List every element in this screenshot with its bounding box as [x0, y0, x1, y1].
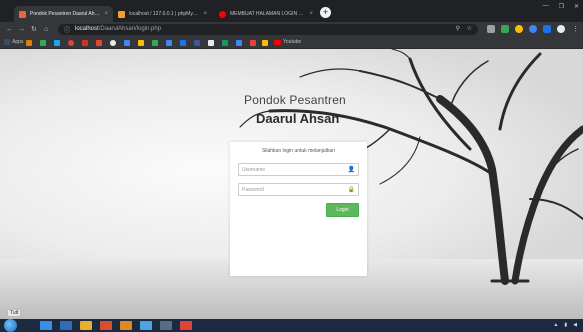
browser-toolbar: ← → ↻ ⌂ ⓘ localhost/DaarulAhsan/login.ph… — [0, 22, 583, 37]
tab-label: Pondok Pesantren Daarul Ahsan — [30, 11, 101, 17]
url-path: /DaarulAhsan/login.php — [98, 26, 162, 32]
bookmark-star-icon[interactable]: ☆ — [467, 25, 472, 32]
taskbar-app-icon[interactable] — [100, 321, 112, 330]
forward-icon[interactable]: → — [18, 24, 25, 35]
browser-tab-strip: Pondok Pesantren Daarul Ahsan × localhos… — [0, 0, 583, 22]
bookmarks-bar: Apps Youtube — [0, 37, 583, 49]
bookmark-icon[interactable] — [152, 40, 158, 46]
bookmark-icon[interactable] — [138, 40, 144, 46]
password-field[interactable]: 🔒 — [238, 183, 359, 196]
bookmark-icon[interactable] — [124, 40, 130, 46]
tray-arrow-icon[interactable]: ▲ — [553, 322, 558, 328]
maximize-icon[interactable]: ❐ — [559, 3, 564, 10]
bookmark-icon[interactable] — [26, 40, 32, 46]
extension-icon[interactable] — [529, 25, 537, 33]
lock-icon: 🔒 — [347, 187, 355, 193]
phpmyadmin-favicon-icon — [118, 10, 125, 18]
extension-icon[interactable] — [515, 25, 523, 33]
password-input[interactable] — [242, 185, 342, 195]
youtube-favicon-icon — [219, 10, 226, 18]
bookmark-icon[interactable] — [40, 40, 46, 46]
system-tray: ▲ ▮ ◀ — [553, 322, 577, 328]
user-icon: 👤 — [347, 167, 355, 173]
reload-icon[interactable]: ↻ — [31, 24, 37, 35]
tab-youtube-login-php[interactable]: MEMBUAT HALAMAN LOGIN PHP × — [214, 6, 318, 22]
volume-icon[interactable]: ◀ — [573, 322, 577, 328]
site-brand: Pondok Pesantren Daarul Ahsan — [244, 93, 346, 126]
start-button-icon[interactable] — [4, 319, 17, 332]
twitter-icon[interactable] — [54, 40, 60, 46]
bookmark-icon[interactable] — [180, 40, 186, 46]
tab-pondok-pesantren[interactable]: Pondok Pesantren Daarul Ahsan × — [14, 6, 113, 22]
apps-label: Apps — [12, 39, 24, 45]
network-icon[interactable]: ▮ — [564, 322, 567, 328]
login-button[interactable]: Login — [326, 203, 359, 217]
bookmark-icon[interactable] — [236, 40, 242, 46]
taskbar-app-icon[interactable] — [60, 321, 72, 330]
youtube-label: Youtube — [283, 39, 302, 45]
os-taskbar: ▲ ▮ ◀ — [0, 319, 583, 332]
bookmark-icon[interactable] — [68, 40, 74, 46]
taskbar-app-icon[interactable] — [40, 321, 52, 330]
close-window-icon[interactable]: ✕ — [574, 3, 579, 10]
brand-title-line1: Pondok Pesantren — [244, 93, 346, 107]
address-bar[interactable]: ⓘ localhost/DaarulAhsan/login.php ⚲ ☆ — [58, 24, 478, 35]
search-icon[interactable]: ⚲ — [456, 25, 460, 32]
username-input[interactable] — [242, 165, 342, 175]
youtube-icon — [274, 39, 281, 45]
profile-avatar-icon[interactable] — [557, 25, 565, 33]
folder-icon[interactable] — [80, 321, 92, 330]
bookmark-apps[interactable]: Apps — [4, 39, 23, 45]
brand-title-line2: Daarul Ahsan — [256, 111, 340, 126]
bookmark-icon[interactable] — [110, 40, 116, 46]
url-host: localhost — [75, 26, 99, 32]
window-controls: — ❐ ✕ — [543, 3, 579, 10]
tab-close-icon[interactable]: × — [309, 11, 313, 17]
status-chip: Tutt — [7, 309, 22, 317]
bookmark-icon[interactable] — [222, 40, 228, 46]
back-icon[interactable]: ← — [6, 24, 13, 35]
login-card: Silahkan login untuk melanjutkan 👤 🔒 Log… — [230, 142, 367, 276]
menu-icon[interactable]: ⋮ — [572, 24, 579, 35]
google-icon[interactable] — [166, 40, 172, 46]
bookmark-icon[interactable] — [250, 40, 256, 46]
tab-close-icon[interactable]: × — [203, 11, 207, 17]
username-field[interactable]: 👤 — [238, 163, 359, 176]
chrome-taskbar-icon[interactable] — [180, 321, 192, 330]
bookmark-icon[interactable] — [82, 40, 88, 46]
taskbar-app-icon[interactable] — [160, 321, 172, 330]
extension-icon[interactable] — [487, 25, 495, 33]
tab-label: MEMBUAT HALAMAN LOGIN PHP — [230, 11, 306, 17]
page-viewport: Pondok Pesantren Daarul Ahsan Silahkan l… — [0, 49, 583, 319]
bookmark-icon[interactable] — [208, 40, 214, 46]
bookmark-icon[interactable] — [96, 40, 102, 46]
url-text[interactable]: localhost/DaarulAhsan/login.php — [75, 26, 161, 32]
bookmark-youtube[interactable]: Youtube — [274, 39, 301, 45]
tab-label: localhost / 127.0.0.1 | phpMyAdmin — [129, 11, 200, 17]
new-tab-button[interactable]: + — [320, 7, 331, 18]
tab-phpmyadmin[interactable]: localhost / 127.0.0.1 | phpMyAdmin × — [113, 6, 212, 22]
home-icon[interactable]: ⌂ — [44, 24, 48, 35]
apps-grid-icon — [4, 39, 10, 45]
page-favicon-icon — [19, 10, 26, 18]
site-info-icon[interactable]: ⓘ — [64, 25, 70, 34]
minimize-icon[interactable]: — — [543, 3, 549, 10]
login-hint: Silahkan login untuk melanjutkan — [261, 148, 336, 154]
bookmark-icon[interactable] — [262, 40, 268, 46]
extension-icon[interactable] — [501, 25, 509, 33]
taskbar-app-icon[interactable] — [120, 321, 132, 330]
extension-icon[interactable] — [543, 25, 551, 33]
tab-close-icon[interactable]: × — [104, 11, 108, 17]
facebook-icon[interactable] — [194, 40, 200, 46]
taskbar-app-icon[interactable] — [140, 321, 152, 330]
